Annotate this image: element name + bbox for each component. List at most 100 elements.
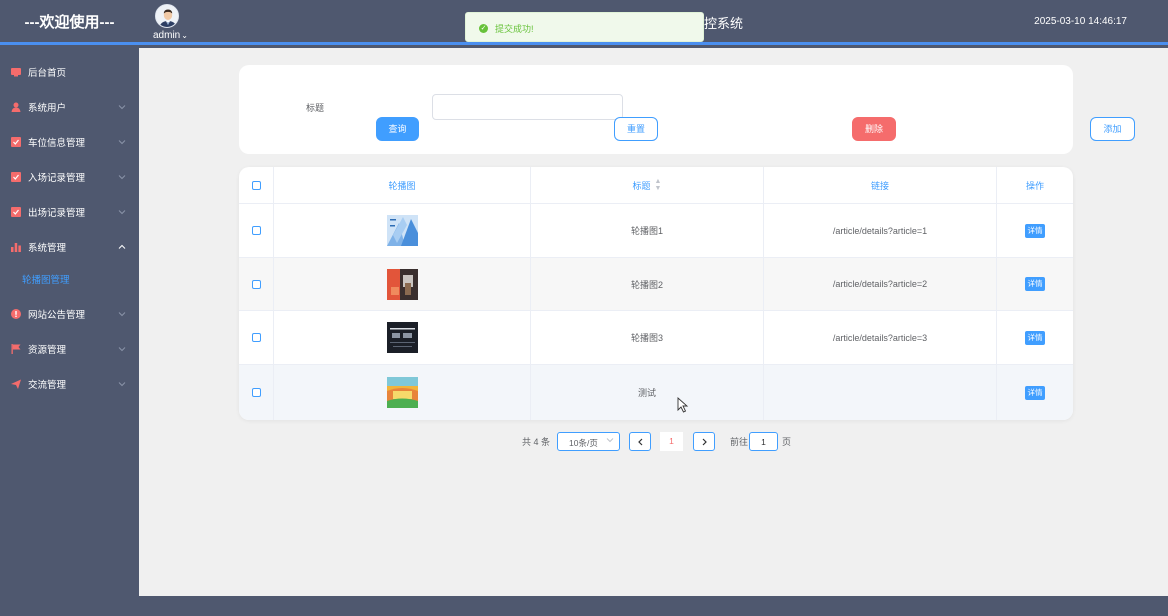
chevron-left-icon — [638, 438, 643, 446]
prev-page-button[interactable] — [629, 432, 651, 451]
detail-button[interactable]: 详情 — [1025, 330, 1045, 345]
title-cell: 轮播图1 — [531, 204, 764, 257]
sidebar-subitem-carousel[interactable]: 轮播图管理 — [0, 264, 139, 294]
sidebar-item-label: 系统用户 — [28, 102, 67, 114]
sidebar-item-label: 系统管理 — [28, 242, 67, 254]
avatar[interactable] — [155, 4, 179, 28]
next-page-button[interactable] — [693, 432, 715, 451]
bar-chart-icon — [11, 242, 21, 252]
user-menu[interactable]: admin⌄ — [153, 30, 188, 41]
title-label: 标题 — [306, 103, 325, 113]
sidebar-item-system-users[interactable]: 系统用户 — [0, 89, 139, 124]
action-cell: 详情 — [997, 365, 1073, 420]
page-number-current[interactable]: 1 — [660, 432, 683, 451]
chevron-down-icon — [606, 438, 614, 443]
chevron-down-icon — [118, 104, 126, 109]
brand-title: ---欢迎使用--- — [24, 14, 115, 31]
carousel-thumbnail[interactable] — [386, 215, 418, 246]
chevron-right-icon — [702, 438, 707, 446]
select-cell — [239, 258, 274, 310]
success-check-icon: ✓ — [479, 24, 488, 33]
chevron-down-icon: ⌄ — [181, 31, 188, 40]
title-cell: 测试 — [531, 365, 764, 420]
row-checkbox[interactable] — [251, 226, 261, 235]
mouse-cursor-icon — [677, 397, 689, 413]
page-size-value: 10条/页 — [569, 438, 598, 448]
pagination: 共 4 条 10条/页 1 前往 页 — [139, 431, 1168, 451]
detail-button[interactable]: 详情 — [1025, 277, 1045, 291]
detail-button[interactable]: 详情 — [1025, 223, 1045, 238]
sidebar-item-label: 网站公告管理 — [28, 309, 86, 321]
image-cell — [274, 311, 531, 364]
checkbox-icon — [11, 136, 21, 147]
chevron-down-icon — [118, 311, 126, 316]
sort-icon[interactable]: ▲ ▼ — [655, 178, 662, 192]
toast-message: 提交成功! — [495, 24, 534, 34]
sidebar-item-parking-info[interactable]: 车位信息管理 — [0, 124, 139, 159]
checkbox-icon — [11, 206, 21, 217]
row-checkbox[interactable] — [251, 333, 261, 342]
header-title-label: 标题 — [632, 180, 651, 191]
table-header: 轮播图 标题 ▲ ▼ 链接 操作 — [239, 167, 1073, 204]
row-checkbox[interactable] — [251, 388, 261, 397]
current-datetime: 2025-03-10 14:46:17 — [1034, 16, 1127, 27]
carousel-thumbnail[interactable] — [386, 268, 418, 300]
monitor-icon — [11, 67, 21, 76]
add-button[interactable]: 添加 — [1090, 117, 1135, 141]
flag-icon — [11, 343, 21, 354]
sidebar-item-communication[interactable]: 交流管理 — [0, 366, 139, 401]
select-cell — [239, 365, 274, 420]
chevron-down-icon — [118, 381, 126, 386]
detail-button[interactable]: 详情 — [1025, 385, 1045, 400]
link-cell — [764, 365, 997, 420]
carousel-thumbnail[interactable] — [386, 377, 418, 408]
system-title: 控系统 — [704, 16, 744, 31]
sidebar-item-announcements[interactable]: 网站公告管理 — [0, 296, 139, 331]
header-image: 轮播图 — [274, 167, 531, 203]
chevron-down-icon — [118, 209, 126, 214]
select-cell — [239, 204, 274, 257]
title-cell: 轮播图2 — [531, 258, 764, 310]
query-button[interactable]: 查询 — [376, 117, 419, 141]
page-size-select[interactable]: 10条/页 — [557, 432, 620, 451]
link-cell: /article/details?article=1 — [764, 204, 997, 257]
image-cell — [274, 365, 531, 420]
sidebar-item-exit-records[interactable]: 出场记录管理 — [0, 194, 139, 229]
action-cell: 详情 — [997, 204, 1073, 257]
sidebar-item-label: 车位信息管理 — [28, 137, 86, 149]
title-cell: 轮播图3 — [531, 311, 764, 364]
avatar-image — [156, 5, 178, 27]
header-actions: 操作 — [1025, 180, 1044, 191]
delete-button[interactable]: 删除 — [852, 117, 896, 141]
pagination-total: 共 4 条 — [522, 437, 551, 447]
send-icon — [11, 379, 21, 389]
title-search-input[interactable] — [432, 94, 623, 120]
search-form: 标题 查询 重置 删除 添加 — [239, 65, 1135, 154]
sidebar-item-system-management[interactable]: 系统管理 — [0, 229, 139, 264]
page-suffix: 页 — [782, 437, 792, 447]
sidebar-item-resources[interactable]: 资源管理 — [0, 331, 139, 366]
sidebar-item-home[interactable]: 后台首页 — [0, 54, 139, 89]
row-checkbox[interactable] — [251, 279, 261, 289]
main-content: 标题 查询 重置 删除 添加 轮播图 标题 ▲ ▼ 链接 操作 轮播图1 /ar… — [139, 48, 1168, 596]
select-cell — [239, 311, 274, 364]
select-all-checkbox[interactable] — [251, 180, 261, 190]
chevron-down-icon — [118, 346, 126, 351]
sidebar-item-label: 交流管理 — [28, 379, 67, 391]
chevron-down-icon — [118, 174, 126, 179]
table-row: 轮播图2 /article/details?article=2 详情 — [239, 258, 1073, 311]
footer-strip — [139, 596, 1168, 616]
header-title[interactable]: 标题 ▲ ▼ — [531, 167, 764, 203]
image-cell — [274, 204, 531, 257]
action-cell: 详情 — [997, 258, 1073, 310]
sidebar: 后台首页 系统用户 车位信息管理 入场记录管理 出场记录管理 系统管理 轮播图管… — [0, 48, 139, 616]
reset-button[interactable]: 重置 — [614, 117, 658, 141]
goto-label: 前往 — [730, 437, 749, 447]
goto-page-input[interactable] — [749, 432, 778, 451]
sidebar-subitem-label: 轮播图管理 — [22, 275, 70, 286]
carousel-thumbnail[interactable] — [386, 322, 418, 353]
sidebar-item-entry-records[interactable]: 入场记录管理 — [0, 159, 139, 194]
image-cell — [274, 258, 531, 310]
success-toast: ✓ 提交成功! — [465, 12, 704, 42]
link-cell: /article/details?article=2 — [764, 258, 997, 310]
